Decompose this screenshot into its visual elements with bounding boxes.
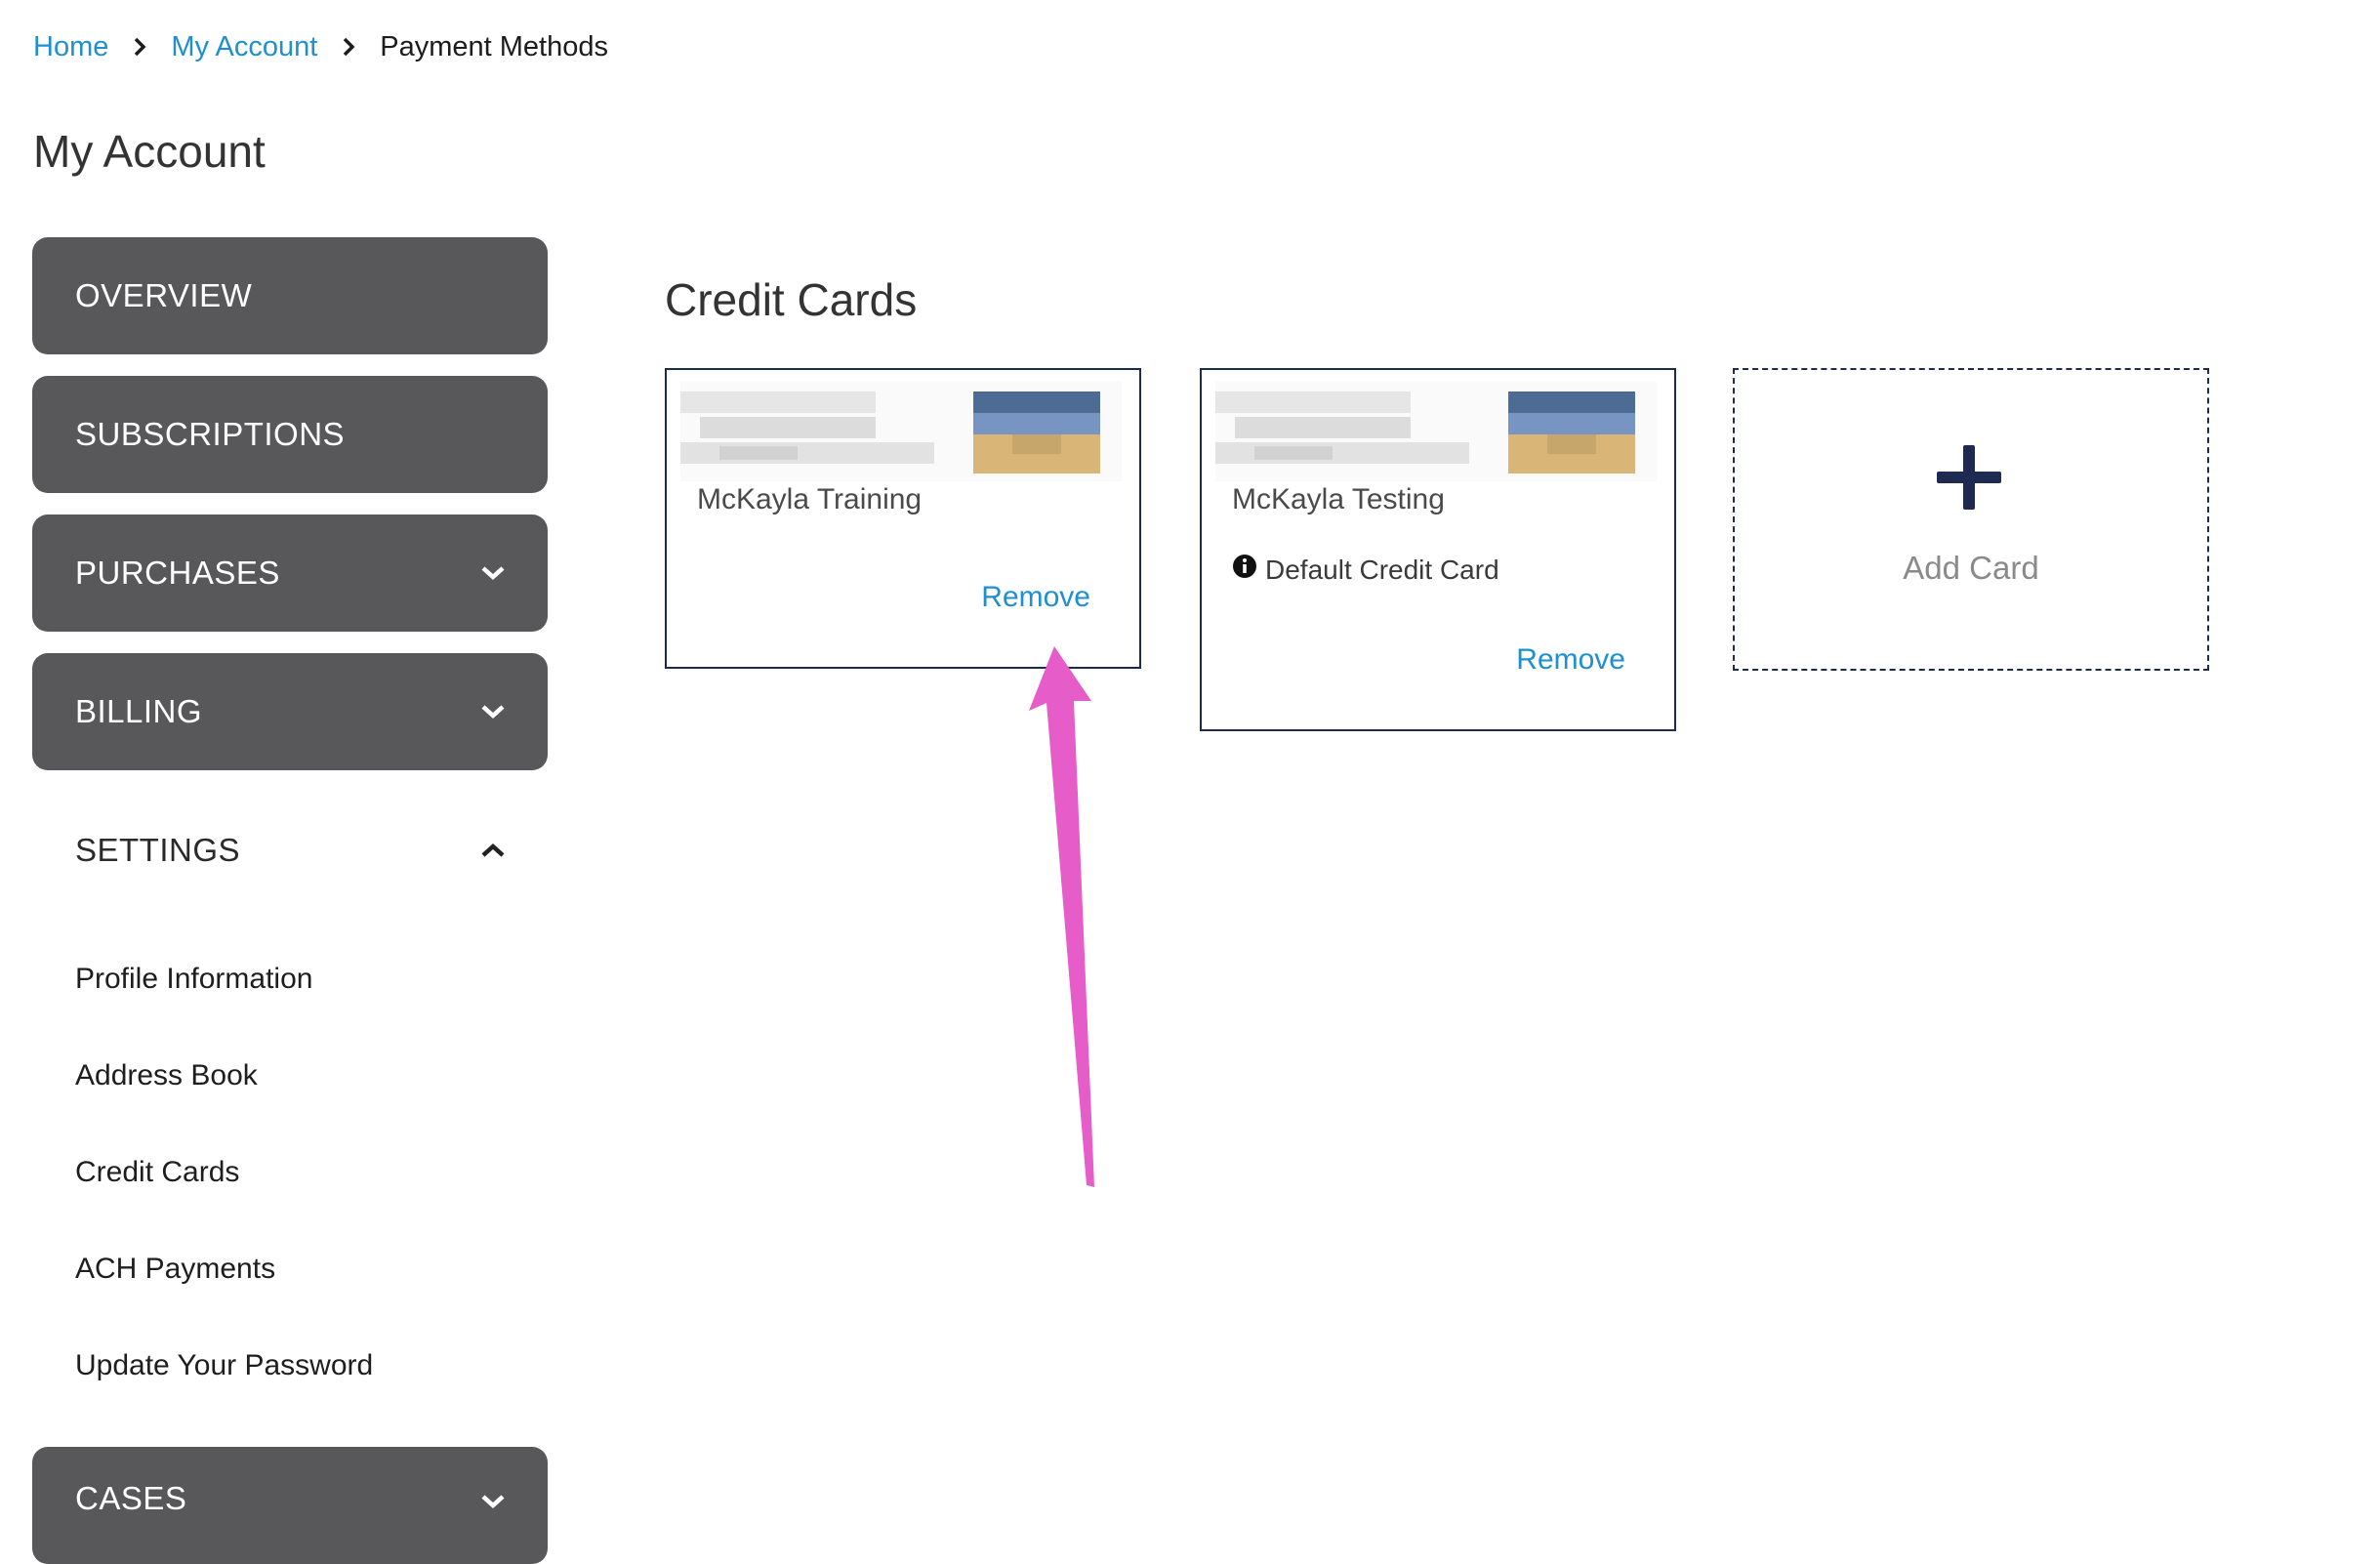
sidebar-item-overview[interactable]: OVERVIEW bbox=[32, 237, 548, 354]
default-card-indicator: Default Credit Card bbox=[1232, 554, 1499, 586]
sidebar-item-billing[interactable]: BILLING bbox=[32, 653, 548, 770]
chevron-down-icon bbox=[479, 698, 507, 725]
card-image-blurred bbox=[1215, 382, 1657, 481]
chevron-right-icon bbox=[339, 37, 358, 57]
card-holder-name: McKayla Training bbox=[697, 483, 923, 515]
remove-card-button[interactable]: Remove bbox=[1516, 643, 1625, 677]
chevron-down-icon bbox=[479, 559, 507, 587]
sidebar-item-subscriptions[interactable]: SUBSCRIPTIONS bbox=[32, 376, 548, 493]
breadcrumb: Home My Account Payment Methods bbox=[33, 27, 608, 66]
card-image-blurred bbox=[680, 382, 1122, 481]
credit-card-tile: McKayla Training Remove bbox=[665, 368, 1141, 669]
settings-item-update-password[interactable]: Update Your Password bbox=[75, 1349, 373, 1382]
settings-item-credit-cards[interactable]: Credit Cards bbox=[75, 1156, 239, 1189]
sidebar-item-label: BILLING bbox=[75, 693, 203, 729]
breadcrumb-home-link[interactable]: Home bbox=[33, 27, 108, 66]
default-card-label: Default Credit Card bbox=[1265, 554, 1499, 585]
credit-card-tile: McKayla Testing Default Credit Card Remo… bbox=[1200, 368, 1676, 731]
sidebar-item-purchases[interactable]: PURCHASES bbox=[32, 514, 548, 632]
sidebar-item-label: PURCHASES bbox=[75, 555, 280, 591]
page-title: My Account bbox=[33, 126, 266, 177]
info-icon bbox=[1232, 554, 1257, 586]
settings-item-ach-payments[interactable]: ACH Payments bbox=[75, 1253, 275, 1286]
settings-item-address-book[interactable]: Address Book bbox=[75, 1059, 258, 1092]
sidebar-item-label: SUBSCRIPTIONS bbox=[75, 416, 346, 452]
chevron-right-icon bbox=[130, 37, 149, 57]
add-card-button[interactable]: Add Card bbox=[1733, 368, 2209, 671]
settings-item-profile-information[interactable]: Profile Information bbox=[75, 963, 312, 996]
credit-cards-heading: Credit Cards bbox=[665, 274, 918, 325]
breadcrumb-account-link[interactable]: My Account bbox=[171, 27, 317, 66]
sidebar-item-cases[interactable]: CASES bbox=[32, 1447, 548, 1564]
add-card-label: Add Card bbox=[1903, 550, 2039, 586]
sidebar-item-label: CASES bbox=[75, 1480, 187, 1516]
sidebar-item-label: OVERVIEW bbox=[75, 277, 253, 313]
breadcrumb-current: Payment Methods bbox=[380, 31, 608, 62]
sidebar-item-label: SETTINGS bbox=[75, 832, 241, 868]
sidebar-item-settings[interactable]: SETTINGS bbox=[32, 792, 548, 909]
chevron-up-icon bbox=[479, 837, 507, 864]
card-holder-name: McKayla Testing bbox=[1232, 483, 1445, 515]
plus-icon bbox=[1935, 443, 2003, 512]
remove-card-button[interactable]: Remove bbox=[981, 581, 1090, 614]
